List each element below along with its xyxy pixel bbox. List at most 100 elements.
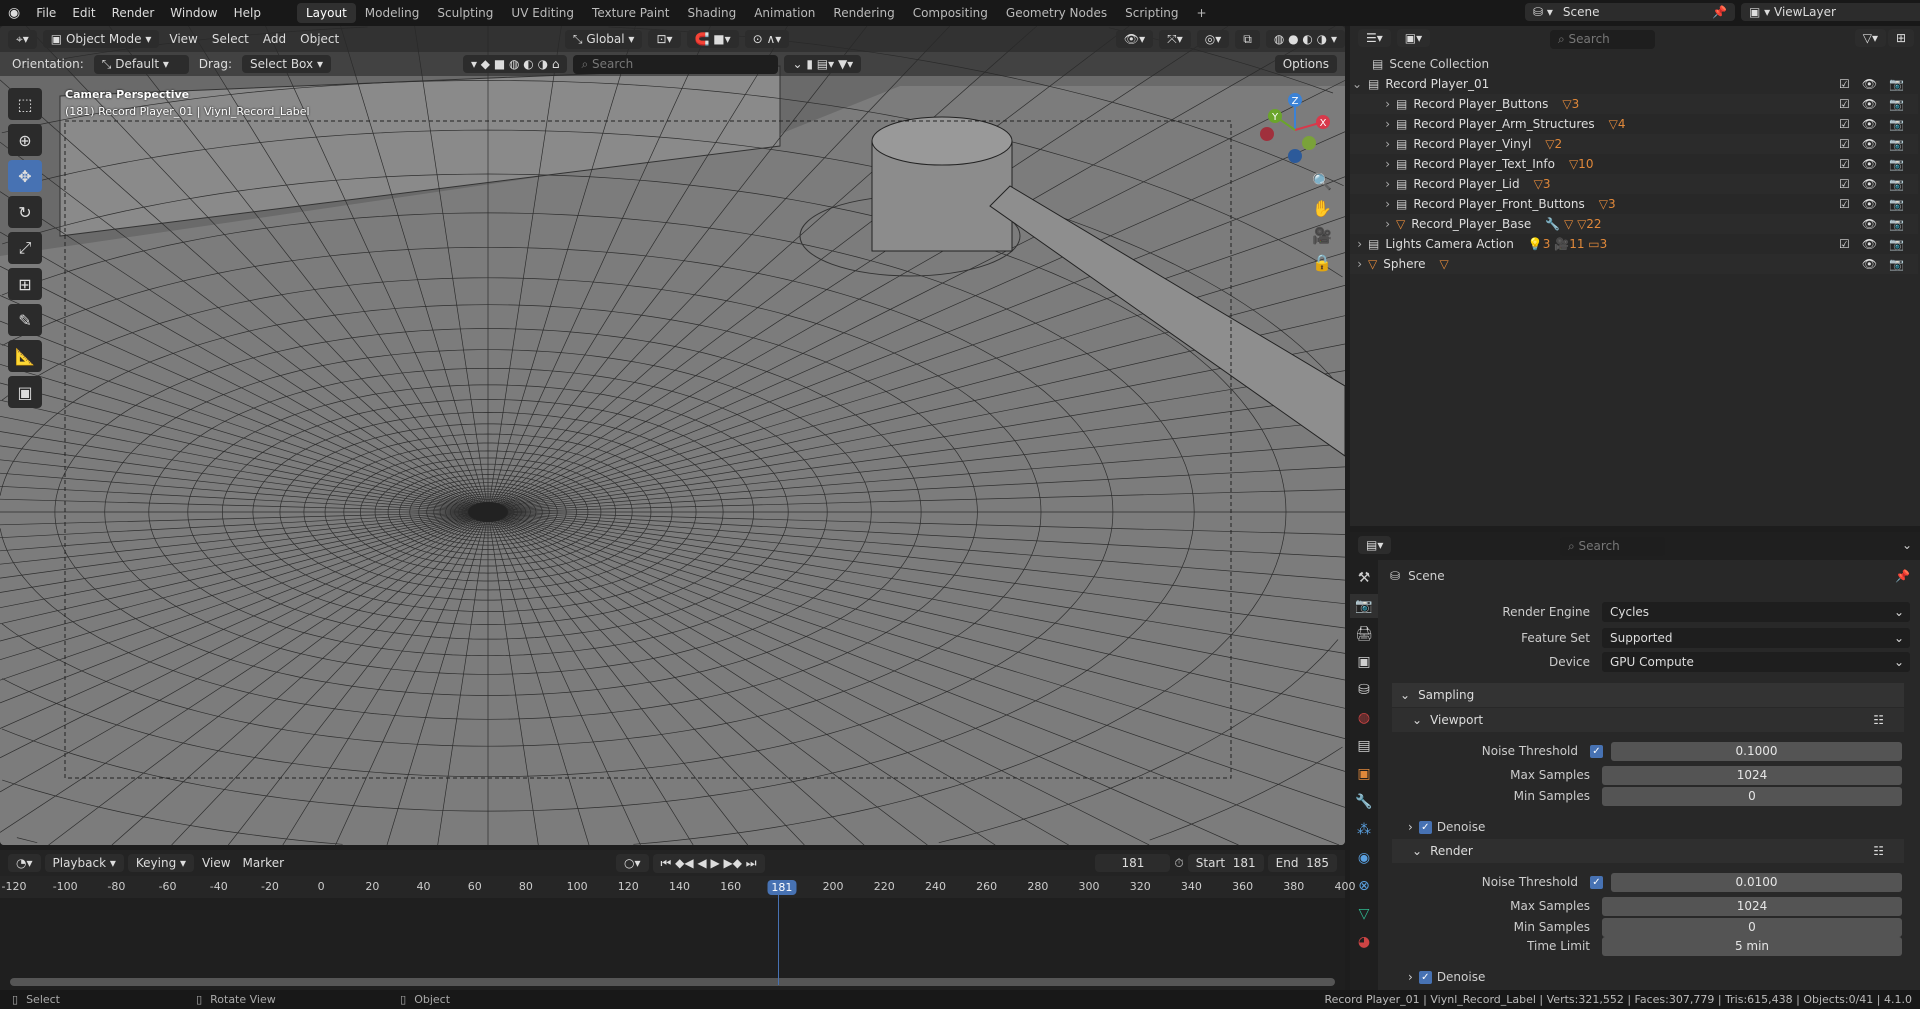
editor-type-button[interactable]: ▤▾ — [1358, 536, 1392, 554]
menu-object[interactable]: Object — [296, 32, 343, 46]
viewport-denoise-checkbox[interactable]: ✓ — [1418, 820, 1432, 834]
time-limit-field[interactable]: 5 min — [1602, 936, 1902, 956]
eye-icon[interactable]: 👁 — [1862, 117, 1877, 131]
camera-render-icon[interactable]: 📷 — [1889, 177, 1904, 191]
render-noise-threshold-checkbox[interactable]: ✓ — [1590, 875, 1603, 889]
collection-tab-icon[interactable]: ▤ — [1350, 734, 1378, 758]
editor-type-button[interactable]: ⌖▾ — [8, 29, 37, 49]
viewport-subpanel-header[interactable]: ⌄ Viewport ☷ — [1392, 708, 1904, 732]
chevron-right-icon[interactable]: › — [1350, 217, 1396, 231]
gizmo-toggle[interactable]: ⤧▾ — [1159, 29, 1191, 49]
render-denoise-row[interactable]: › ✓ Denoise — [1408, 970, 1485, 984]
keying-menu[interactable]: Keying ▾ — [127, 854, 195, 872]
exclude-checkbox[interactable]: ☑ — [1839, 117, 1850, 131]
select-box-tool[interactable]: ⬚ — [8, 88, 42, 120]
exclude-checkbox[interactable]: ☑ — [1839, 77, 1850, 91]
view-layer-filter-dropdown[interactable]: ▣▾ — [1396, 29, 1431, 47]
drag-dropdown[interactable]: Select Box ▾ — [241, 55, 331, 73]
eye-icon[interactable]: 👁 — [1862, 97, 1877, 111]
lock-icon[interactable]: 🔒 — [1312, 253, 1332, 272]
camera-view-icon[interactable]: 🎥 — [1312, 226, 1332, 245]
properties-search-input[interactable]: ⌕ Search — [1560, 537, 1665, 556]
selectability-filter[interactable]: ▾ ◆ ■ ◍ ◐ ◑ ⌂ — [462, 55, 568, 73]
eye-icon[interactable]: 👁 — [1862, 237, 1877, 251]
tab-modeling[interactable]: Modeling — [356, 3, 429, 23]
cursor-tool[interactable]: ⊕ — [8, 124, 42, 156]
current-frame-indicator[interactable]: 181 — [767, 880, 797, 895]
chevron-right-icon[interactable]: › — [1350, 97, 1396, 111]
move-tool[interactable]: ✥ — [8, 160, 42, 192]
exclude-checkbox[interactable]: ☑ — [1839, 237, 1850, 251]
menu-render[interactable]: Render — [104, 6, 163, 20]
timeline-scrollbar[interactable] — [10, 978, 1335, 986]
scene-collection-row[interactable]: ▤ Scene Collection — [1372, 54, 1489, 74]
tab-compositing[interactable]: Compositing — [904, 3, 997, 23]
blender-logo-icon[interactable]: ◉ — [0, 5, 28, 21]
eye-icon[interactable]: 👁 — [1862, 177, 1877, 191]
output-tab-icon[interactable]: 🖨 — [1350, 622, 1378, 646]
camera-render-icon[interactable]: 📷 — [1889, 257, 1904, 271]
tab-rendering[interactable]: Rendering — [824, 3, 903, 23]
pivot-dropdown[interactable]: ⊡▾ — [648, 30, 681, 48]
options-button[interactable]: Options — [1274, 55, 1337, 73]
exclude-checkbox[interactable]: ☑ — [1839, 97, 1850, 111]
add-workspace-button[interactable]: + — [1188, 3, 1216, 23]
chevron-right-icon[interactable]: › — [1350, 157, 1396, 171]
camera-render-icon[interactable]: 📷 — [1889, 157, 1904, 171]
menu-marker[interactable]: Marker — [239, 856, 288, 870]
chevron-down-icon[interactable]: ⌄ — [1350, 77, 1368, 91]
chevron-right-icon[interactable]: › — [1350, 257, 1368, 271]
world-tab-icon[interactable]: ◍ — [1350, 706, 1378, 730]
menu-select[interactable]: Select — [208, 32, 253, 46]
render-max-samples-field[interactable]: 1024 — [1602, 896, 1902, 916]
scale-tool[interactable]: ⤢ — [8, 232, 42, 264]
render-subpanel-header[interactable]: ⌄ Render ☷ — [1392, 839, 1904, 863]
camera-render-icon[interactable]: 📷 — [1889, 217, 1904, 231]
outliner-row[interactable]: › ▽ Sphere ▽ 👁 📷 — [1350, 254, 1918, 274]
outliner-row[interactable]: ⌄ ▤ Record Player_01 ☑ 👁 📷 — [1350, 74, 1918, 94]
tab-texture-paint[interactable]: Texture Paint — [583, 3, 678, 23]
annotate-tool[interactable]: ✎ — [8, 304, 42, 336]
exclude-checkbox[interactable]: ☑ — [1839, 157, 1850, 171]
proportional-edit-toggle[interactable]: ⊙ ∧▾ — [744, 30, 790, 48]
particles-tab-icon[interactable]: ⁂ — [1350, 818, 1378, 842]
playhead-line[interactable] — [778, 895, 779, 985]
pan-hand-icon[interactable]: ✋ — [1312, 199, 1332, 218]
eye-icon[interactable]: 👁 — [1862, 157, 1877, 171]
presets-list-icon[interactable]: ☷ — [1873, 713, 1884, 727]
zoom-icon[interactable]: 🔍 — [1312, 172, 1332, 191]
pin-icon[interactable]: 📌 — [1895, 569, 1910, 583]
outliner-search-input[interactable]: ⌕ Search — [1550, 30, 1655, 49]
playback-controls[interactable]: ⏮ ◆◀ ◀ ▶ ▶◆ ⏭ — [652, 853, 765, 873]
xray-toggle[interactable]: ⧉ — [1235, 29, 1260, 49]
tab-uv-editing[interactable]: UV Editing — [502, 3, 583, 23]
camera-render-icon[interactable]: 📷 — [1889, 197, 1904, 211]
end-frame-field[interactable]: End 185 — [1267, 854, 1337, 872]
camera-render-icon[interactable]: 📷 — [1889, 237, 1904, 251]
exclude-checkbox[interactable]: ☑ — [1839, 177, 1850, 191]
tab-shading[interactable]: Shading — [678, 3, 745, 23]
device-dropdown[interactable]: GPU Compute ⌄ — [1602, 652, 1910, 672]
eye-icon[interactable]: 👁 — [1862, 137, 1877, 151]
render-noise-threshold-field[interactable]: 0.0100 — [1611, 872, 1902, 892]
shading-modes[interactable]: ◍ ● ◐ ◑ ▾ — [1265, 30, 1345, 48]
eye-icon[interactable]: 👁 — [1862, 77, 1877, 91]
camera-render-icon[interactable]: 📷 — [1889, 137, 1904, 151]
filter-icon[interactable]: ⌄ ▮ ▤▾ ▼▾ — [784, 55, 862, 73]
feature-set-dropdown[interactable]: Supported ⌄ — [1602, 628, 1910, 648]
add-cube-tool[interactable]: ▣ — [8, 376, 42, 408]
transform-tool[interactable]: ⊞ — [8, 268, 42, 300]
viewport-denoise-row[interactable]: › ✓ Denoise — [1408, 820, 1485, 834]
viewport-min-samples-field[interactable]: 0 — [1602, 786, 1902, 806]
transform-orientation-dropdown[interactable]: ⤡ Global ▾ — [564, 29, 643, 49]
outliner-row[interactable]: › ▽ Record_Player_Base 🔧 ▽ ▽22 👁 📷 — [1350, 214, 1918, 234]
mode-dropdown[interactable]: ▣ Object Mode ▾ — [42, 30, 160, 48]
render-tab-icon[interactable]: 📷 — [1350, 594, 1378, 618]
timeline[interactable]: ◔▾ Playback ▾ Keying ▾ View Marker ○▾ ⏮ … — [0, 850, 1345, 990]
measure-tool[interactable]: 📐 — [8, 340, 42, 372]
scene-selector[interactable]: ⛁ ▾ Scene 📌 — [1525, 3, 1735, 21]
exclude-checkbox[interactable]: ☑ — [1839, 137, 1850, 151]
chevron-right-icon[interactable]: › — [1350, 177, 1396, 191]
overlay-toggle[interactable]: ◎▾ — [1196, 30, 1230, 48]
chevron-down-icon[interactable]: ⌄ — [1902, 538, 1912, 552]
